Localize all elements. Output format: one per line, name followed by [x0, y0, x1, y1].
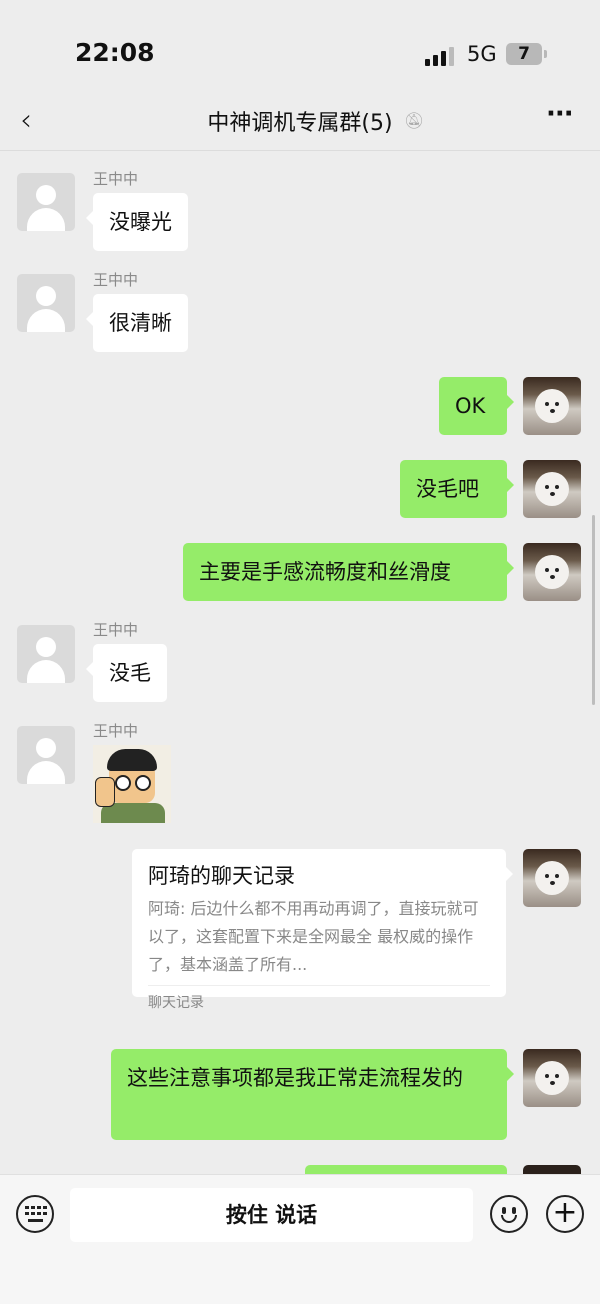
plus-icon[interactable]: + [546, 1195, 584, 1233]
chat-header: ‹ 中神调机专属群(5) 🔕︎ ··· [0, 95, 600, 151]
card-title: 阿琦的聊天记录 [148, 864, 295, 888]
chat-history-card[interactable]: 阿琦的聊天记录 阿琦: 后边什么都不用再动再调了，直接玩就可以了，这套配置下来是… [132, 849, 513, 1011]
mute-icon: 🔕︎ [404, 111, 425, 130]
sender-name: 王中中 [93, 271, 139, 289]
avatar[interactable] [523, 543, 581, 601]
message-bubble[interactable]: 主要是手感流畅度和丝滑度 [183, 543, 514, 601]
message-bubble[interactable]: 这些注意事项都是我正常走流程发的 [111, 1049, 514, 1140]
card-preview: 阿琦: 后边什么都不用再动再调了，直接玩就可以了，这套配置下来是全网最全 最权威… [148, 899, 479, 974]
sender-name: 王中中 [93, 722, 139, 740]
battery-icon: 7 [506, 43, 547, 65]
sender-name: 王中中 [93, 621, 139, 639]
avatar[interactable] [523, 377, 581, 435]
status-bar: 22:08 5G 7 [0, 0, 600, 95]
emoji-icon[interactable] [490, 1195, 528, 1233]
message-bubble[interactable]: 没毛吧 [400, 460, 514, 518]
more-icon[interactable]: ··· [546, 99, 574, 129]
input-bar: 按住 说话 + [0, 1174, 600, 1304]
card-footer: 聊天记录 [148, 995, 204, 1011]
avatar[interactable] [523, 1049, 581, 1107]
avatar[interactable] [17, 726, 75, 784]
message-bubble[interactable]: OK [439, 377, 514, 435]
status-time: 22:08 [75, 38, 155, 67]
avatar[interactable] [17, 625, 75, 683]
scrollbar[interactable] [592, 515, 595, 705]
network-type: 5G [467, 42, 497, 66]
signal-icon [425, 46, 455, 66]
avatar[interactable] [523, 460, 581, 518]
message-bubble[interactable]: 没曝光 [86, 193, 188, 251]
avatar[interactable] [523, 849, 581, 907]
keyboard-icon[interactable] [16, 1195, 54, 1233]
sender-name: 王中中 [93, 170, 139, 188]
hold-to-talk-button[interactable]: 按住 说话 [70, 1188, 473, 1242]
message-bubble[interactable]: 很清晰 [86, 294, 188, 352]
sticker-image[interactable] [93, 745, 171, 823]
message-bubble[interactable]: 没毛 [86, 644, 167, 702]
avatar[interactable] [17, 274, 75, 332]
avatar[interactable] [17, 173, 75, 231]
chat-title: 中神调机专属群(5) [207, 111, 393, 136]
